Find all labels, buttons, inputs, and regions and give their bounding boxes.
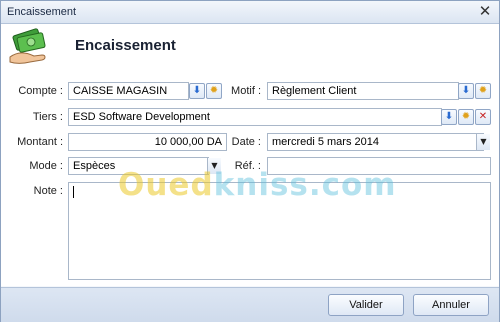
date-field[interactable]: mercredi 5 mars 2014 [267,133,484,151]
tiers-field[interactable]: ESD Software Development [68,108,442,126]
note-label: Note : [33,185,63,197]
settings-gear-icon[interactable]: ✹ [206,83,222,99]
dialog-window: Encaissement ✕ Encaissement Compte : CAI… [0,0,500,322]
motif-field[interactable]: Règlement Client [267,82,459,100]
compte-field[interactable]: CAISSE MAGASIN [68,82,189,100]
chevron-down-icon[interactable]: ▼ [207,158,221,174]
download-icon[interactable]: ⬇ [189,83,205,99]
window-title: Encaissement [7,6,77,18]
date-label: Date : [231,136,261,148]
title-bar: Encaissement ✕ [1,1,499,24]
delete-icon[interactable]: ✕ [475,109,491,125]
money-hand-icon [9,28,46,64]
motif-label: Motif : [231,85,261,97]
download-icon[interactable]: ⬇ [441,109,457,125]
ref-field[interactable] [267,157,491,175]
montant-field[interactable]: 10 000,00 DA [68,133,227,151]
tiers-label: Tiers : [32,111,63,123]
validate-button[interactable]: Valider [328,294,404,316]
dialog-content: Encaissement Compte : CAISSE MAGASIN ⬇ ✹… [1,24,499,286]
page-title: Encaissement [75,37,176,54]
note-textarea[interactable] [68,182,491,280]
mode-label: Mode : [29,160,63,172]
compte-label: Compte : [18,85,63,97]
text-caret [73,186,74,198]
cancel-button[interactable]: Annuler [413,294,489,316]
button-bar: Valider Annuler [1,287,499,322]
ref-label: Réf. : [234,160,261,172]
montant-label: Montant : [17,136,63,148]
close-icon[interactable]: ✕ [477,3,493,19]
chevron-down-icon[interactable]: ▼ [476,134,490,150]
settings-gear-icon[interactable]: ✹ [458,109,474,125]
mode-select[interactable]: Espèces [68,157,209,175]
download-icon[interactable]: ⬇ [458,83,474,99]
settings-gear-icon[interactable]: ✹ [475,83,491,99]
